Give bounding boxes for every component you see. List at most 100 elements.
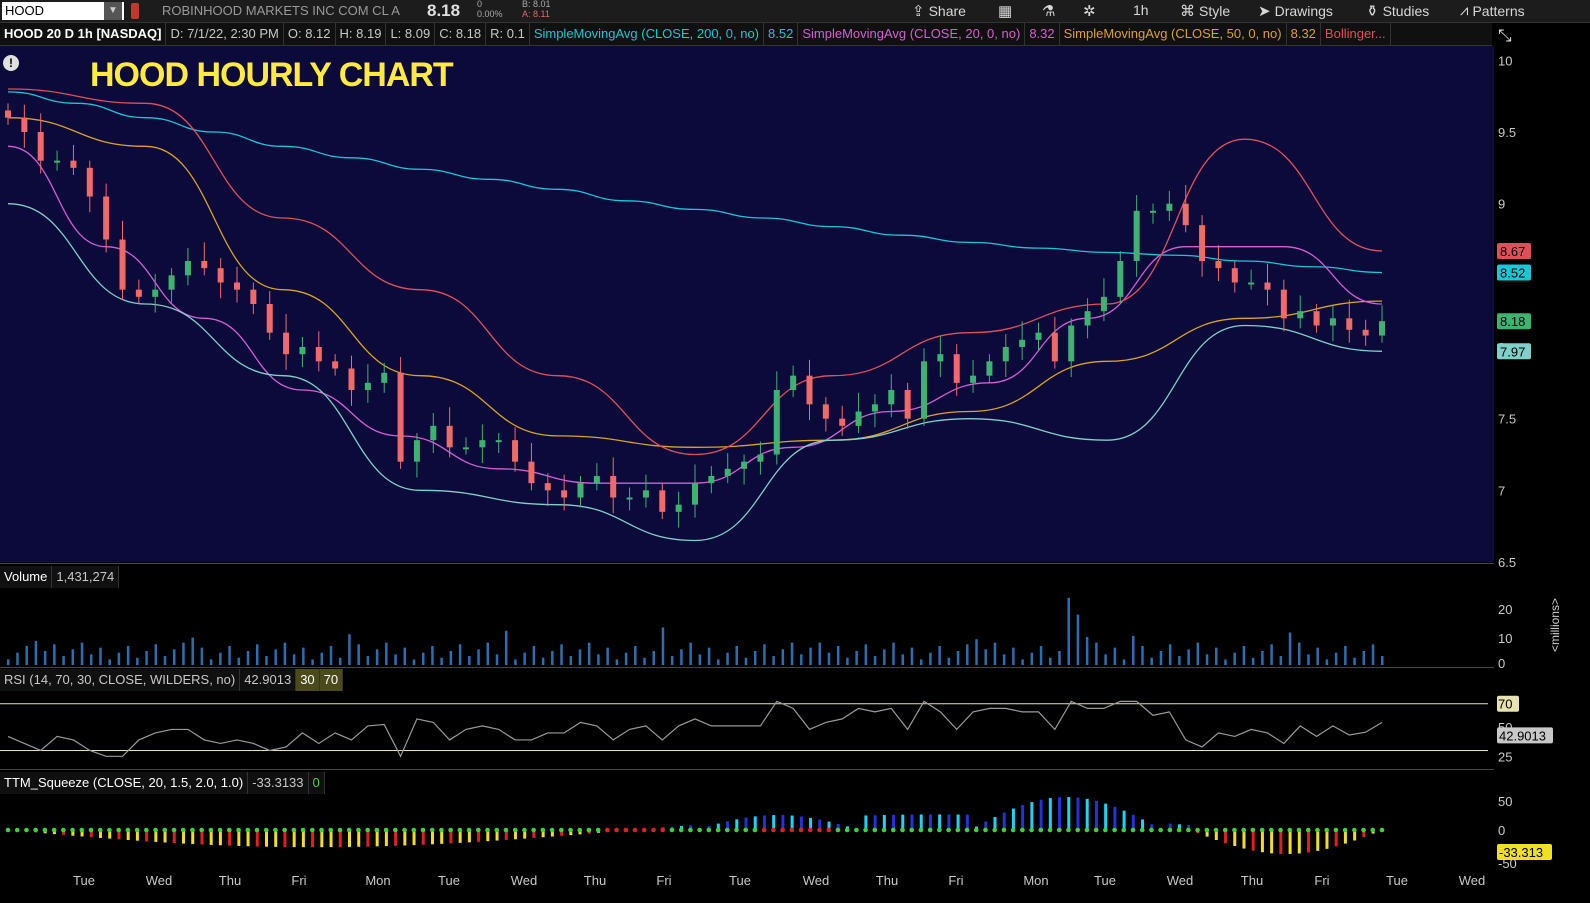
volume-bar [1168,644,1172,665]
candle-body [1019,339,1026,347]
volume-bar [1353,657,1356,665]
candle-body [773,390,780,455]
ttm-histogram-bar [292,830,296,848]
ttm-squeeze-dot [1121,827,1127,833]
volume-bar [1279,656,1283,665]
volume-bar [1049,657,1052,665]
volume-bar [587,642,591,665]
volume-bar [311,659,314,665]
ttm-squeeze-dot [1167,827,1173,833]
volume-bar [956,651,960,665]
candle-body [806,375,813,405]
rsi-axis-label: 25 [1498,749,1512,764]
candle-body [1133,210,1140,261]
ttm-histogram-bar [1233,830,1237,847]
volume-axis-label: 10 [1498,631,1512,646]
x-axis-label: Tue [1094,873,1116,888]
ttm-squeeze-dot [107,827,112,833]
ttm-squeeze-dot [1149,827,1154,833]
volume-bar [1224,659,1227,665]
ttm-histogram-bar [1104,803,1108,830]
volume-bar [1141,645,1144,665]
ttm-squeeze-dot [199,827,204,833]
x-axis-label: Fri [1314,873,1329,888]
ttm-squeeze-dot [973,827,979,833]
candle-body [904,390,911,419]
volume-bar [366,656,370,665]
ttm-squeeze-dot [641,827,647,833]
ttm-squeeze-dot [300,827,306,833]
candle-body [1117,261,1124,297]
ttm-squeeze-dot [282,827,287,833]
volume-bar [1076,614,1080,665]
candle-body [528,461,535,484]
ttm-squeeze-dot [1278,827,1283,833]
ttm-squeeze-dot [937,827,942,833]
ttm-squeeze-dot [88,827,94,833]
volume-bar [421,652,425,665]
ttm-squeeze-dot [854,827,859,833]
candle-body [348,368,355,390]
candle-body [871,404,878,412]
ttm-squeeze-dot [1269,827,1274,833]
ttm-squeeze-dot [1250,827,1256,833]
ttm-squeeze-dot [540,827,546,833]
ttm-squeeze-dot [1213,827,1219,833]
ttm-histogram-bar [1058,797,1062,830]
ttm-histogram-bar [1307,830,1311,853]
sma50-line [7,117,1383,448]
volume-bar [551,651,554,665]
volume-bar [1002,654,1006,665]
volume-bar [265,656,268,665]
ttm-squeeze-dot [1222,827,1228,833]
ttm-squeeze-dot [190,827,195,833]
x-axis-label: Mon [365,873,390,888]
ttm-squeeze-dot [153,827,158,833]
volume-bar [846,657,849,665]
volume-bar [357,644,360,665]
volume-bar [1113,647,1117,665]
candle-body [577,483,584,498]
ttm-squeeze-dot [485,827,490,833]
candle-body [741,461,748,469]
volume-bar [726,652,729,665]
volume-bar [753,651,757,665]
volume-bar [1159,651,1163,665]
ttm-squeeze-dot [761,827,767,833]
ttm-squeeze-dot [328,827,334,833]
volume-bar [680,649,683,665]
candle-body [1150,210,1156,213]
volume-bar [1334,652,1338,665]
ttm-squeeze-dot [1241,827,1246,833]
candle-body [266,304,273,333]
candle-body [675,504,682,512]
alert-icon[interactable]: ! [3,55,19,71]
ttm-squeeze-dot [807,827,813,833]
ttm-squeeze-dot [522,827,527,833]
ttm-squeeze-dot [1056,827,1062,833]
volume-bar [477,649,480,665]
candle-body [692,483,698,505]
ttm-squeeze-dot [614,827,619,833]
volume-bar [228,645,231,665]
ttm-squeeze-dot [669,827,675,833]
volume-bar [89,654,93,665]
ttm-squeeze-dot [983,827,988,833]
ttm-histogram-bar [910,814,914,830]
candle-body [1313,311,1320,326]
ttm-squeeze-dot [1186,827,1191,833]
candle-body [1100,296,1107,312]
ttm-squeeze-dot [558,827,564,833]
rsi-value-tag-label: 42.9013 [1499,728,1546,743]
candle-body [1362,329,1369,336]
volume-bar [670,656,674,665]
ttm-histogram-bar [938,814,942,830]
ttm-histogram-bar [947,814,951,830]
ttm-squeeze-dot [1103,827,1108,833]
volume-bar [1316,647,1319,665]
volume-bar [938,645,941,665]
volume-bar [1058,651,1061,665]
volume-bar [246,651,250,665]
volume-bar [154,644,158,665]
ttm-squeeze-dot [70,827,75,833]
